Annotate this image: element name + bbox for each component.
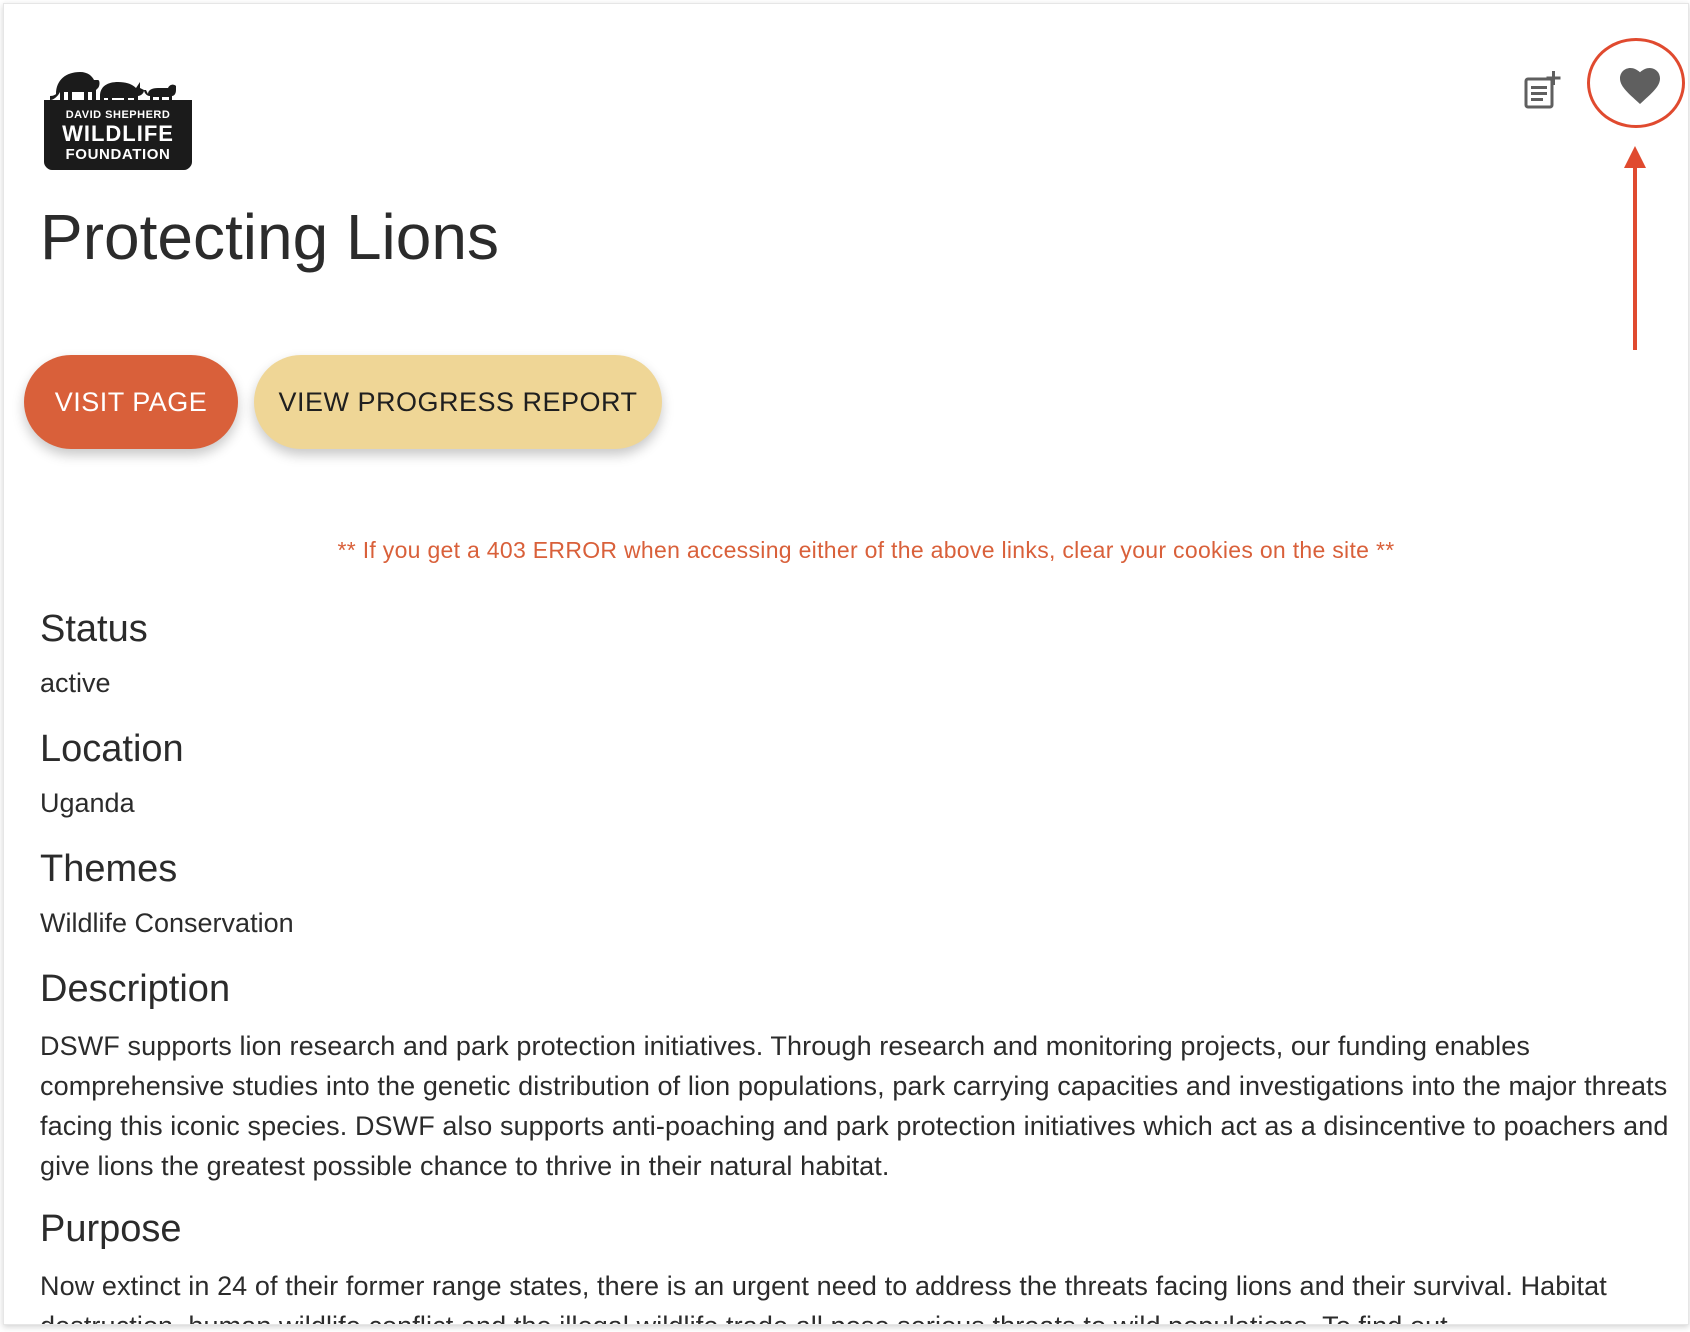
purpose-text: Now extinct in 24 of their former range …: [40, 1271, 1607, 1324]
project-card: DAVID SHEPHERD WILDLIFE FOUNDATION Prote…: [3, 3, 1689, 1325]
description-text: DSWF supports lion research and park pro…: [40, 1031, 1669, 1181]
error-notice: ** If you get a 403 ERROR when accessing…: [337, 537, 1395, 563]
themes-value: Wildlife Conservation: [40, 908, 294, 938]
purpose-label: Purpose: [40, 1208, 182, 1250]
up-arrow-icon: [1624, 146, 1646, 350]
favorite-button[interactable]: [1612, 58, 1668, 114]
logo-line-foundation: FOUNDATION: [65, 146, 171, 163]
visit-page-button[interactable]: VISIT PAGE: [24, 355, 238, 449]
playlist-add-icon: [1524, 71, 1561, 109]
view-progress-report-button[interactable]: VIEW PROGRESS REPORT: [254, 355, 662, 449]
annotation-arrow: [1620, 146, 1650, 350]
dswf-logo: DAVID SHEPHERD WILDLIFE FOUNDATION: [42, 66, 194, 172]
page-title: Protecting Lions: [40, 201, 499, 273]
status-value: active: [40, 668, 111, 698]
status-label: Status: [40, 608, 148, 650]
themes-label: Themes: [40, 848, 178, 890]
logo-line-david-shepherd: DAVID SHEPHERD: [65, 109, 171, 121]
location-label: Location: [40, 728, 184, 770]
description-label: Description: [40, 968, 231, 1010]
logo-wordmark: DAVID SHEPHERD WILDLIFE FOUNDATION: [46, 109, 190, 163]
logo-line-wildlife: WILDLIFE: [62, 121, 174, 146]
location-value: Uganda: [40, 788, 135, 818]
add-to-list-button[interactable]: [1515, 62, 1571, 118]
heart-icon: [1620, 68, 1660, 104]
